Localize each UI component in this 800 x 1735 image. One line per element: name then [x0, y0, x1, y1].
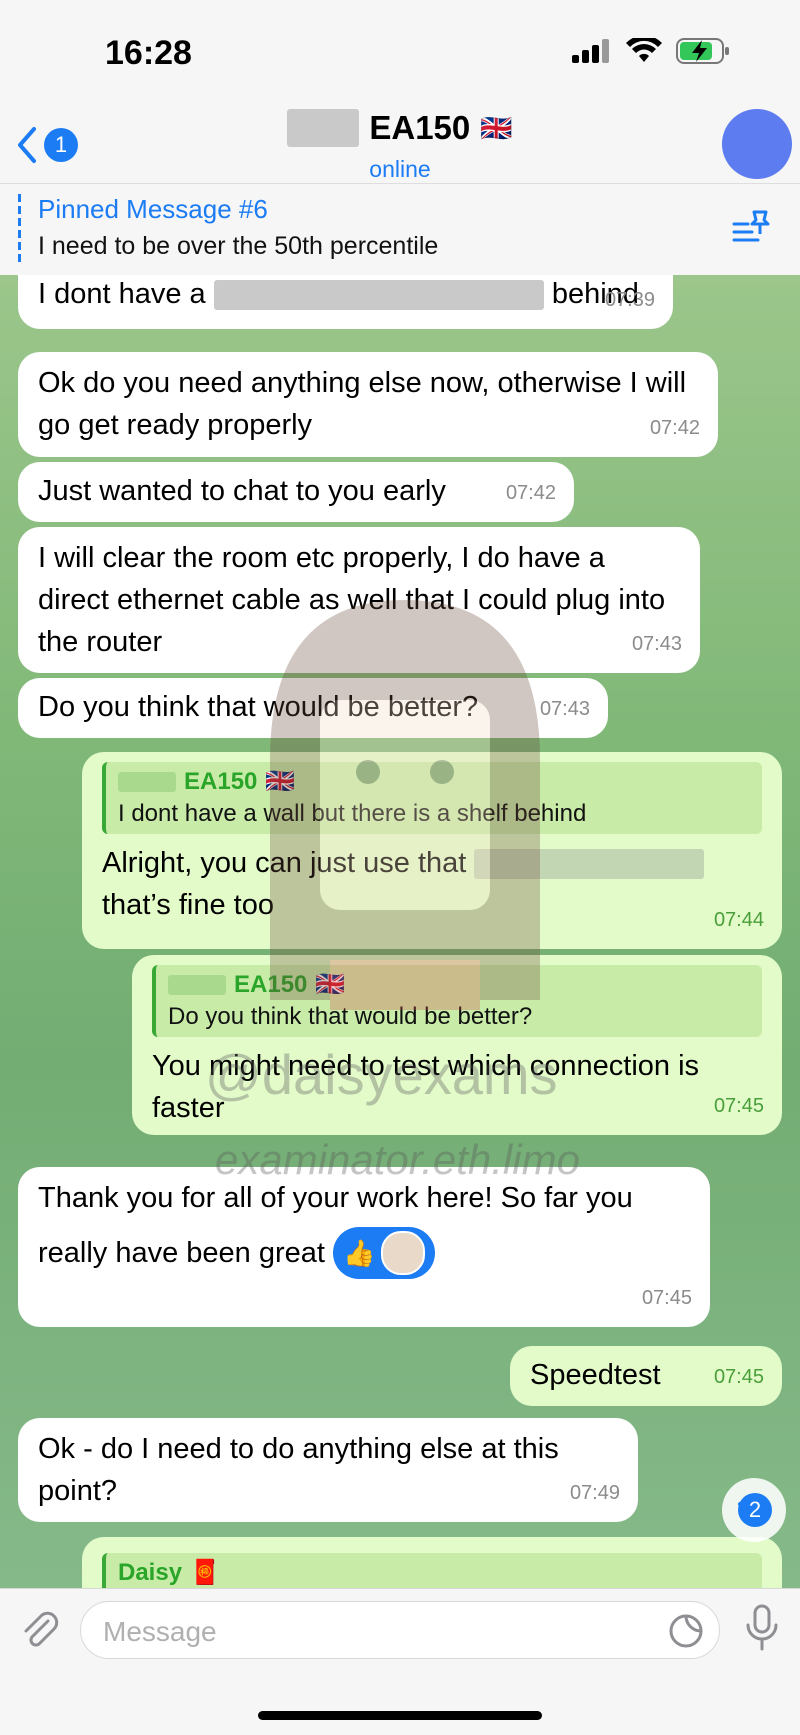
message-placeholder: Message — [103, 1616, 217, 1647]
message-bubble[interactable]: Speedtest 07:45 — [510, 1346, 782, 1406]
message-text: Ok - do I need to do anything else at th… — [38, 1433, 559, 1507]
message-bubble[interactable]: EA150 🇬🇧 I dont have a wall but there is… — [82, 752, 782, 949]
chat-title-area[interactable]: EA150 🇬🇧 online — [0, 109, 800, 183]
message-time: 07:45 — [713, 1095, 764, 1117]
message-bubble[interactable]: Just wanted to chat to you early 07:42 — [18, 462, 574, 522]
status-bar: 16:28 — [0, 0, 800, 105]
message-time: 07:39 — [604, 289, 655, 311]
message-bubble[interactable]: Do you think that would be better? 07:43 — [18, 678, 608, 738]
message-time: 07:43 — [631, 633, 682, 655]
flag-icon: 🇬🇧 — [315, 971, 346, 998]
message-time: 07:45 — [713, 1366, 764, 1388]
chat-title-text: EA150 — [369, 109, 471, 146]
message-bubble[interactable]: Ok - do I need to do anything else at th… — [18, 1418, 638, 1522]
sticker-icon[interactable] — [667, 1612, 705, 1650]
flag-icon: 🇬🇧 — [265, 768, 296, 795]
wifi-icon — [626, 38, 662, 62]
message-bubble[interactable]: Thank you for all of your work here! So … — [18, 1167, 710, 1327]
message-text: Just wanted to chat to you early — [38, 475, 446, 507]
redacted-text — [213, 280, 544, 311]
clock: 16:28 — [105, 34, 192, 72]
chat-header: 1 EA150 🇬🇧 online — [0, 105, 800, 183]
message-text: Ok do you need anything else now, otherw… — [38, 367, 687, 441]
pinned-message-bar[interactable]: Pinned Message #6 I need to be over the … — [0, 183, 800, 277]
message-text: Speedtest — [530, 1359, 661, 1391]
thumbs-up-icon: 👍 — [343, 1238, 376, 1268]
message-input[interactable]: Message — [80, 1601, 720, 1659]
red-envelope-icon: 🧧 — [190, 1559, 220, 1586]
reply-text: Do you think that would be better? — [168, 1003, 533, 1030]
reply-author-name: Daisy — [118, 1559, 183, 1586]
message-text: I will clear the room etc properly, I do… — [38, 542, 666, 658]
online-status: online — [369, 156, 431, 182]
message-text: You might need to test which connection … — [152, 1050, 700, 1124]
message-time: 07:42 — [505, 482, 556, 504]
redacted-text — [474, 849, 705, 880]
message-text: Do you think that would be better? — [38, 691, 479, 723]
composer: Message — [0, 1588, 800, 1735]
reply-author: EA150 🇬🇧 — [118, 766, 750, 798]
paperclip-icon[interactable] — [18, 1609, 62, 1653]
redacted-name — [118, 772, 176, 792]
message-text: I dont have a — [38, 278, 206, 310]
message-time: 07:45 — [641, 1287, 692, 1309]
message-bubble[interactable]: I dont have a behind 07:39 — [18, 275, 673, 329]
message-text: Alright, you can just use that — [102, 847, 467, 879]
redacted-name — [168, 975, 226, 995]
reply-preview[interactable]: EA150 🇬🇧 I dont have a wall but there is… — [102, 762, 762, 834]
message-time: 07:44 — [713, 909, 764, 931]
reaction-chip[interactable]: 👍 — [333, 1227, 436, 1279]
avatar[interactable] — [722, 109, 792, 179]
pinned-text: I need to be over the 50th percentile — [38, 232, 439, 260]
reply-text: I dont have a wall but there is a shelf … — [118, 800, 587, 827]
reactor-avatar — [381, 1231, 426, 1275]
reply-author: Daisy 🧧 — [118, 1557, 750, 1588]
reply-preview[interactable]: EA150 🇬🇧 Do you think that would be bett… — [152, 965, 762, 1037]
pin-list-icon[interactable] — [732, 210, 772, 244]
signal-icon — [572, 39, 609, 63]
message-bubble[interactable]: Daisy 🧧 — [82, 1537, 782, 1588]
home-indicator — [258, 1711, 542, 1720]
message-time: 07:42 — [649, 417, 700, 439]
unread-count-badge: 2 — [738, 1493, 772, 1527]
message-text: that’s fine too — [102, 889, 274, 921]
pinned-title: Pinned Message #6 — [38, 194, 268, 224]
flag-icon: 🇬🇧 — [480, 112, 513, 143]
microphone-icon[interactable] — [742, 1603, 782, 1653]
message-time: 07:43 — [539, 698, 590, 720]
chat-title: EA150 🇬🇧 — [287, 109, 513, 147]
message-time: 07:49 — [569, 1482, 620, 1504]
reply-author-name: EA150 — [234, 971, 308, 998]
reply-author: EA150 🇬🇧 — [168, 969, 750, 1001]
message-bubble[interactable]: EA150 🇬🇧 Do you think that would be bett… — [132, 955, 782, 1135]
status-icons — [572, 38, 730, 64]
reply-preview[interactable]: Daisy 🧧 — [102, 1553, 762, 1588]
battery-charging-icon — [676, 38, 729, 64]
message-bubble[interactable]: Ok do you need anything else now, otherw… — [18, 352, 718, 457]
redacted-name — [287, 109, 360, 147]
message-bubble[interactable]: I will clear the room etc properly, I do… — [18, 527, 700, 673]
pinned-indicator — [18, 194, 21, 266]
reply-author-name: EA150 — [184, 768, 258, 795]
message-list[interactable]: I dont have a behind 07:39 Ok do you nee… — [0, 275, 800, 1588]
